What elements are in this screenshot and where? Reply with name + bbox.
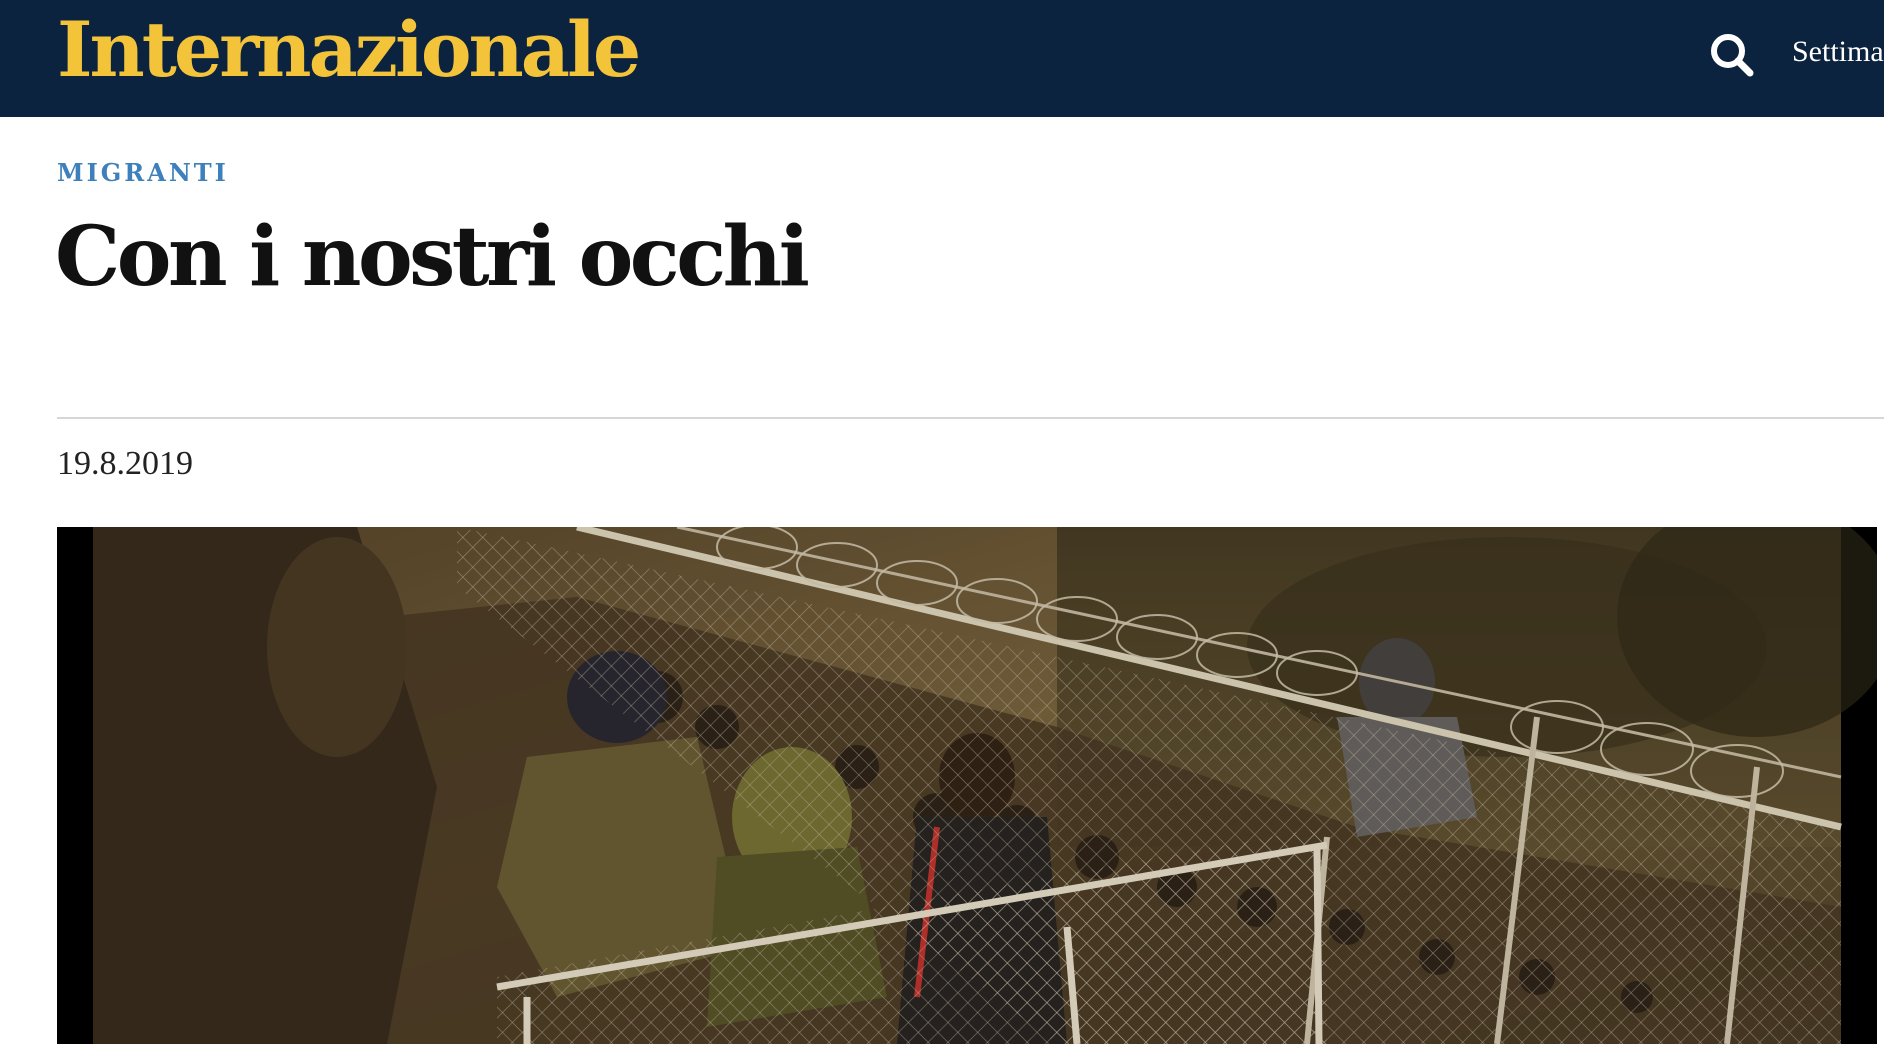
article-title: Con i nostri occhi [55,209,810,305]
article-category[interactable]: MIGRANTI [57,155,229,191]
search-button[interactable] [1708,31,1756,79]
nav-link-settimanale[interactable]: Settima [1792,32,1884,72]
article-date: 19.8.2019 [57,445,193,482]
hero-photo [57,527,1877,1044]
site-logo[interactable]: Internazionale [57,4,641,96]
hero-photo-illustration [93,527,1877,1044]
site-header: Internazionale Settima [0,0,1884,117]
divider [57,417,1884,419]
search-icon [1711,34,1754,77]
